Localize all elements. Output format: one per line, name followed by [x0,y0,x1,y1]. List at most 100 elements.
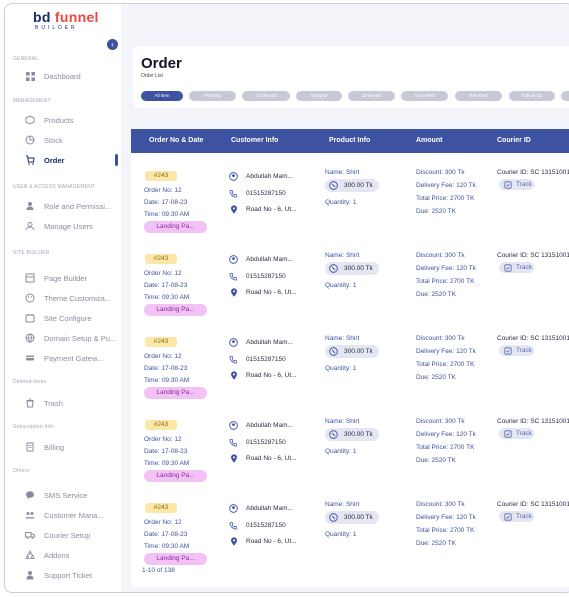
table-row[interactable]: #243 Order No: 12 Date: 17-08-23 Time: 0… [131,414,569,497]
due-amount: Due: 2520 TK [416,540,456,547]
main-content: Order Order List All Item Pending Confir… [121,4,569,592]
tab-shipped[interactable]: Shipped [296,91,342,101]
sidebar-item-label: Dashboard [44,71,81,81]
sidebar-item-label: Page Builder [44,273,87,283]
sidebar-item-products[interactable]: Products [25,114,74,126]
track-label: Track [516,181,533,188]
table-row[interactable]: #243 Order No: 12 Date: 17-08-23 Time: 0… [131,248,569,331]
phone-icon [229,272,238,281]
total-price: Total Price: 2700 TK [416,444,475,451]
active-indicator [115,154,118,166]
section-others: Others [13,468,30,474]
sidebar-item-sms-service[interactable]: SMS Service [25,489,87,501]
track-button[interactable]: Track [499,345,534,356]
section-general: GENERAL [13,56,39,62]
user-icon [229,255,238,264]
sidebar-item-label: Courier Setup [44,530,91,540]
sidebar-item-trash[interactable]: Trash [25,397,63,409]
sidebar-item-order[interactable]: Order [25,154,64,166]
sidebar-item-manage-users[interactable]: Manage Users [25,220,93,232]
sidebar-item-label: Billing [44,442,65,452]
tag-icon [329,181,338,190]
sidebar-item-label: Products [44,115,74,125]
sidebar-item-domain-setup[interactable]: Domain Setup & Pu... [25,332,116,344]
table-row[interactable]: #243 Order No: 12 Date: 17-08-23 Time: 0… [131,331,569,414]
brand-logo[interactable]: bd funnel BUILDER [33,10,99,31]
sidebar-item-billing[interactable]: Billing [25,441,64,453]
sidebar-item-courier-setup[interactable]: Courier Setup [25,529,90,541]
sidebar-item-site-configure[interactable]: Site Configure [25,312,92,324]
tab-all-item[interactable]: All Item [141,91,183,101]
discount: Discount: 300 Tk [416,252,465,259]
customer-name: Abdullah Mam... [246,422,293,429]
track-label: Track [516,347,533,354]
sidebar-item-theme-customization[interactable]: Theme Customiza... [25,292,111,304]
sidebar-item-customer-management[interactable]: Customer Mana... [25,509,104,521]
price-pill: 300.00 Tk [325,428,379,441]
sidebar-item-page-builder[interactable]: Page Builder [25,272,87,284]
sidebar-item-label: Addons [44,550,70,560]
app-window: bd funnel BUILDER ‹ GENERAL Dashboard MA… [4,3,569,593]
discount: Discount: 300 Tk [416,169,465,176]
table-row[interactable]: #243 Order No: 12 Date: 17-08-23 Time: 0… [131,165,569,248]
sidebar-item-stock[interactable]: Stock [25,134,63,146]
product-name: Name: Shirt [325,501,360,508]
sidebar-item-label: Role and Permissi... [44,201,112,211]
delivery-fee: Delivery Fee: 120 Tk [416,514,476,521]
sidebar-item-dashboard[interactable]: Dashboard [25,70,81,82]
sidebar-item-label: Customer Mana... [44,510,104,520]
order-time: Time: 09:30 AM [144,294,190,301]
track-button[interactable]: Track [499,262,534,273]
phone-icon [229,355,238,364]
product-price: 300.00 Tk [344,431,373,438]
tab-cancelled[interactable]: Cancelled [401,91,448,101]
due-amount: Due: 2520 TK [416,457,456,464]
track-button[interactable]: Track [499,428,534,439]
track-icon [504,429,512,438]
logo-word-funnel: funnel [54,9,99,25]
sms-icon [25,490,35,500]
product-quantity: Quantity: 1 [325,199,357,206]
customer-address: Road No - 6, Ut... [246,206,297,213]
order-number: Order No: 12 [144,353,182,360]
sidebar-item-role-permission[interactable]: Role and Permissi... [25,200,111,212]
total-price: Total Price: 2700 TK [416,195,475,202]
track-label: Track [516,264,533,271]
product-name: Name: Shirt [325,169,360,176]
price-pill: 300.00 Tk [325,179,379,192]
collapse-sidebar-button[interactable]: ‹ [107,39,118,50]
due-amount: Due: 2520 TK [416,208,456,215]
user-icon [229,172,238,181]
total-price: Total Price: 2700 TK [416,527,475,534]
order-number: Order No: 12 [144,519,182,526]
source-badge: Landing Pa... [144,304,207,316]
sidebar-item-label: Support Ticket [44,570,92,580]
delivery-fee: Delivery Fee: 120 Tk [416,348,476,355]
pagination-info: 1-10 of 138 [142,567,175,574]
box-icon [25,115,35,125]
customer-name: Abdullah Mam... [246,505,293,512]
sidebar-item-addons[interactable]: Addons [25,549,69,561]
sidebar-item-payment-gateway[interactable]: Payment Gatew... [25,352,103,364]
customer-address: Road No - 6, Ut... [246,372,297,379]
product-price: 300.00 Tk [344,348,373,355]
tab-pending[interactable]: Pending [189,91,236,101]
sidebar-item-support-ticket[interactable]: Support Ticket [25,569,92,581]
customer-phone-line: 01515287150 [229,438,286,447]
table-row[interactable]: #243 Order No: 12 Date: 17-08-23 Time: 0… [131,497,569,580]
track-icon [504,512,512,521]
track-button[interactable]: Track [499,179,534,190]
product-quantity: Quantity: 1 [325,531,357,538]
tab-returned[interactable]: Returned [455,91,502,101]
price-pill: 300.00 Tk [325,262,379,275]
track-button[interactable]: Track [499,511,534,522]
sidebar-item-label: Site Configure [44,313,92,323]
tab-ho[interactable]: Ho [561,91,569,101]
tab-confirmed[interactable]: Confirmed [242,91,290,101]
tag-icon [329,347,338,356]
tab-delivered[interactable]: Delivered [348,91,395,101]
product-name: Name: Shirt [325,335,360,342]
customer-address-line: Road No - 6, Ut... [229,205,297,214]
tab-follow-up[interactable]: Follow Up [509,91,555,101]
order-badge: #243 [145,503,177,513]
